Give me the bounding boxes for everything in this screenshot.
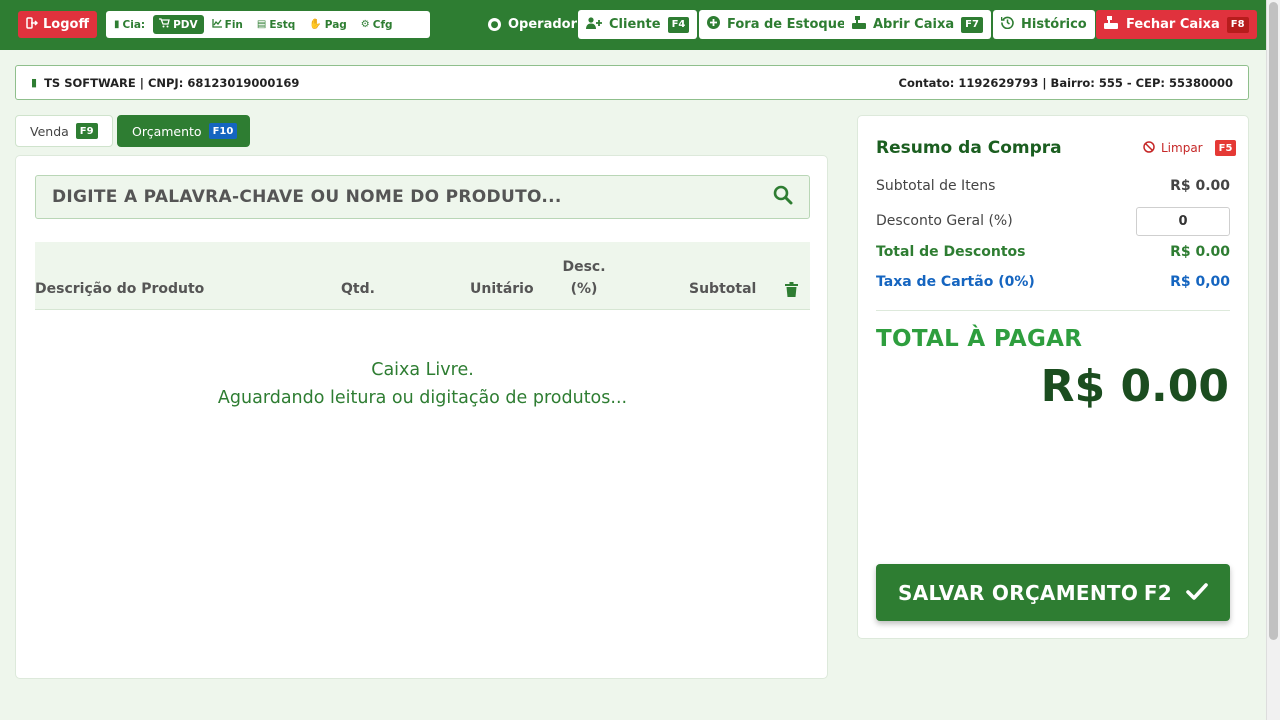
module-pag-label: Pag <box>324 18 347 31</box>
tab-orcamento-shortcut-badge: F10 <box>208 123 238 139</box>
abrir-caixa-shortcut-badge: F7 <box>961 16 983 33</box>
module-pdv-label: PDV <box>173 18 198 31</box>
salvar-orcamento-label: SALVAR ORÇAMENTO <box>898 580 1139 605</box>
limpar-label: Limpar <box>1161 141 1203 155</box>
col-subtotal: Subtotal <box>689 281 757 297</box>
discount-input[interactable]: 0 <box>1136 206 1230 236</box>
operator-label: Operador <box>508 17 578 32</box>
cliente-label: Cliente <box>609 17 661 32</box>
trash-icon[interactable] <box>785 242 798 310</box>
search-placeholder: DIGITE A PALAVRA-CHAVE OU NOME DO PRODUT… <box>52 187 562 207</box>
module-pag[interactable]: ✋ Pag <box>303 15 352 34</box>
module-cia[interactable]: ▮ Cia: <box>112 15 151 34</box>
scrollbar-thumb[interactable] <box>1269 2 1278 640</box>
subtotal-value: R$ 0.00 <box>1170 178 1230 194</box>
total-label: TOTAL À PAGAR <box>876 326 1083 352</box>
module-estq-label: Estq <box>269 18 296 31</box>
empty-line-1: Caixa Livre. <box>371 360 474 380</box>
total-value: R$ 0.00 <box>1040 361 1229 412</box>
total-discounts-row: Total de Descontos R$ 0.00 <box>876 244 1230 260</box>
search-icon[interactable] <box>773 185 793 209</box>
fora-de-estoque-button[interactable]: Fora de Estoque <box>699 10 854 39</box>
history-icon <box>1000 16 1014 33</box>
building-icon: ▮ <box>114 19 120 30</box>
sign-out-icon <box>26 17 39 32</box>
limpar-shortcut-badge: F5 <box>1214 140 1237 156</box>
fechar-caixa-label: Fechar Caixa <box>1126 17 1220 32</box>
user-plus-icon <box>586 16 602 33</box>
box-icon: ▤ <box>256 19 267 30</box>
col-descricao: Descrição do Produto <box>35 281 205 297</box>
purchase-summary-panel: Resumo da Compra Limpar F5 Subtotal de I… <box>857 115 1249 639</box>
plus-circle-icon <box>707 16 720 33</box>
tab-orcamento-label: Orçamento <box>132 123 202 139</box>
col-qtd: Qtd. <box>341 281 375 297</box>
summary-title: Resumo da Compra <box>876 138 1062 158</box>
col-desconto-line2: (%) <box>570 281 598 297</box>
logoff-label: Logoff <box>43 17 89 32</box>
tab-venda[interactable]: Venda F9 <box>15 115 113 147</box>
abrir-caixa-button[interactable]: Abrir Caixa F7 <box>844 10 991 39</box>
page-scrollbar[interactable] <box>1266 0 1280 720</box>
discount-row: Desconto Geral (%) 0 <box>876 206 1230 236</box>
total-discounts-label: Total de Descontos <box>876 244 1026 260</box>
cliente-button[interactable]: Cliente F4 <box>578 10 698 39</box>
cliente-shortcut-badge: F4 <box>667 16 690 33</box>
fora-de-estoque-label: Fora de Estoque <box>727 17 846 32</box>
building-icon: ▮ <box>31 76 38 89</box>
ban-icon <box>1143 140 1155 156</box>
company-contact: Contato: 1192629793 | Bairro: 555 - CEP:… <box>898 75 1233 90</box>
fechar-caixa-shortcut-badge: F8 <box>1226 16 1249 33</box>
user-circle-icon: ● <box>488 18 501 31</box>
empty-line-2: Aguardando leitura ou digitação de produ… <box>217 388 628 408</box>
abrir-caixa-label: Abrir Caixa <box>873 17 955 32</box>
module-estq[interactable]: ▤ Estq <box>251 15 301 34</box>
card-fee-value: R$ 0,00 <box>1170 274 1230 290</box>
card-fee-label: Taxa de Cartão (0%) <box>876 274 1035 290</box>
historico-button[interactable]: Histórico <box>993 10 1095 39</box>
col-desconto-line1: Desc. <box>562 259 606 275</box>
col-desconto: Desc. (%) <box>562 242 606 310</box>
tab-venda-label: Venda <box>30 123 69 139</box>
salvar-orcamento-button[interactable]: SALVAR ORÇAMENTO F2 <box>876 564 1230 621</box>
module-cfg-label: Cfg <box>372 18 393 31</box>
tab-venda-shortcut-badge: F9 <box>75 123 98 139</box>
module-cfg[interactable]: ⚙ Cfg <box>355 15 399 34</box>
chart-icon <box>212 18 222 31</box>
check-icon <box>1186 581 1208 605</box>
historico-label: Histórico <box>1021 17 1087 32</box>
card-fee-row: Taxa de Cartão (0%) R$ 0,00 <box>876 274 1230 290</box>
hand-money-icon: ✋ <box>309 19 322 30</box>
summary-divider <box>876 310 1230 311</box>
module-fin[interactable]: Fin <box>206 15 249 34</box>
cash-register-icon <box>852 16 866 33</box>
salvar-orcamento-shortcut: F2 <box>1143 580 1172 605</box>
logoff-button[interactable]: Logoff <box>18 11 97 38</box>
gear-icon: ⚙ <box>360 19 370 30</box>
company-name-cnpj: TS SOFTWARE | CNPJ: 68123019000169 <box>44 75 300 90</box>
subtotal-row: Subtotal de Itens R$ 0.00 <box>876 178 1230 194</box>
cash-register-icon <box>1104 16 1118 33</box>
module-cia-label: Cia: <box>122 18 146 31</box>
cart-icon <box>159 18 170 31</box>
col-unitario: Unitário <box>470 281 534 297</box>
company-info-bar: ▮ TS SOFTWARE | CNPJ: 68123019000169 Con… <box>15 65 1249 100</box>
product-table-header: Descrição do Produto Qtd. Unitário Desc.… <box>35 242 810 310</box>
module-pdv[interactable]: PDV <box>153 15 204 34</box>
discount-label: Desconto Geral (%) <box>876 213 1013 229</box>
module-switcher: ▮ Cia: PDV Fin ▤ Estq ✋ Pag ⚙ Cfg <box>106 11 430 38</box>
total-discounts-value: R$ 0.00 <box>1170 244 1230 260</box>
product-search-input[interactable]: DIGITE A PALAVRA-CHAVE OU NOME DO PRODUT… <box>35 175 810 219</box>
product-panel: DIGITE A PALAVRA-CHAVE OU NOME DO PRODUT… <box>15 155 828 679</box>
tab-orcamento[interactable]: Orçamento F10 <box>117 115 250 147</box>
fechar-caixa-button[interactable]: Fechar Caixa F8 <box>1096 10 1257 39</box>
module-fin-label: Fin <box>224 18 243 31</box>
empty-cart-message: Caixa Livre. Aguardando leitura ou digit… <box>35 356 810 412</box>
subtotal-label: Subtotal de Itens <box>876 178 996 194</box>
operator-info: ● Operador <box>488 11 577 38</box>
top-navbar: Logoff ▮ Cia: PDV Fin ▤ Estq ✋ Pag ⚙ Cfg… <box>0 0 1266 50</box>
limpar-button[interactable]: Limpar F5 <box>1143 140 1237 156</box>
